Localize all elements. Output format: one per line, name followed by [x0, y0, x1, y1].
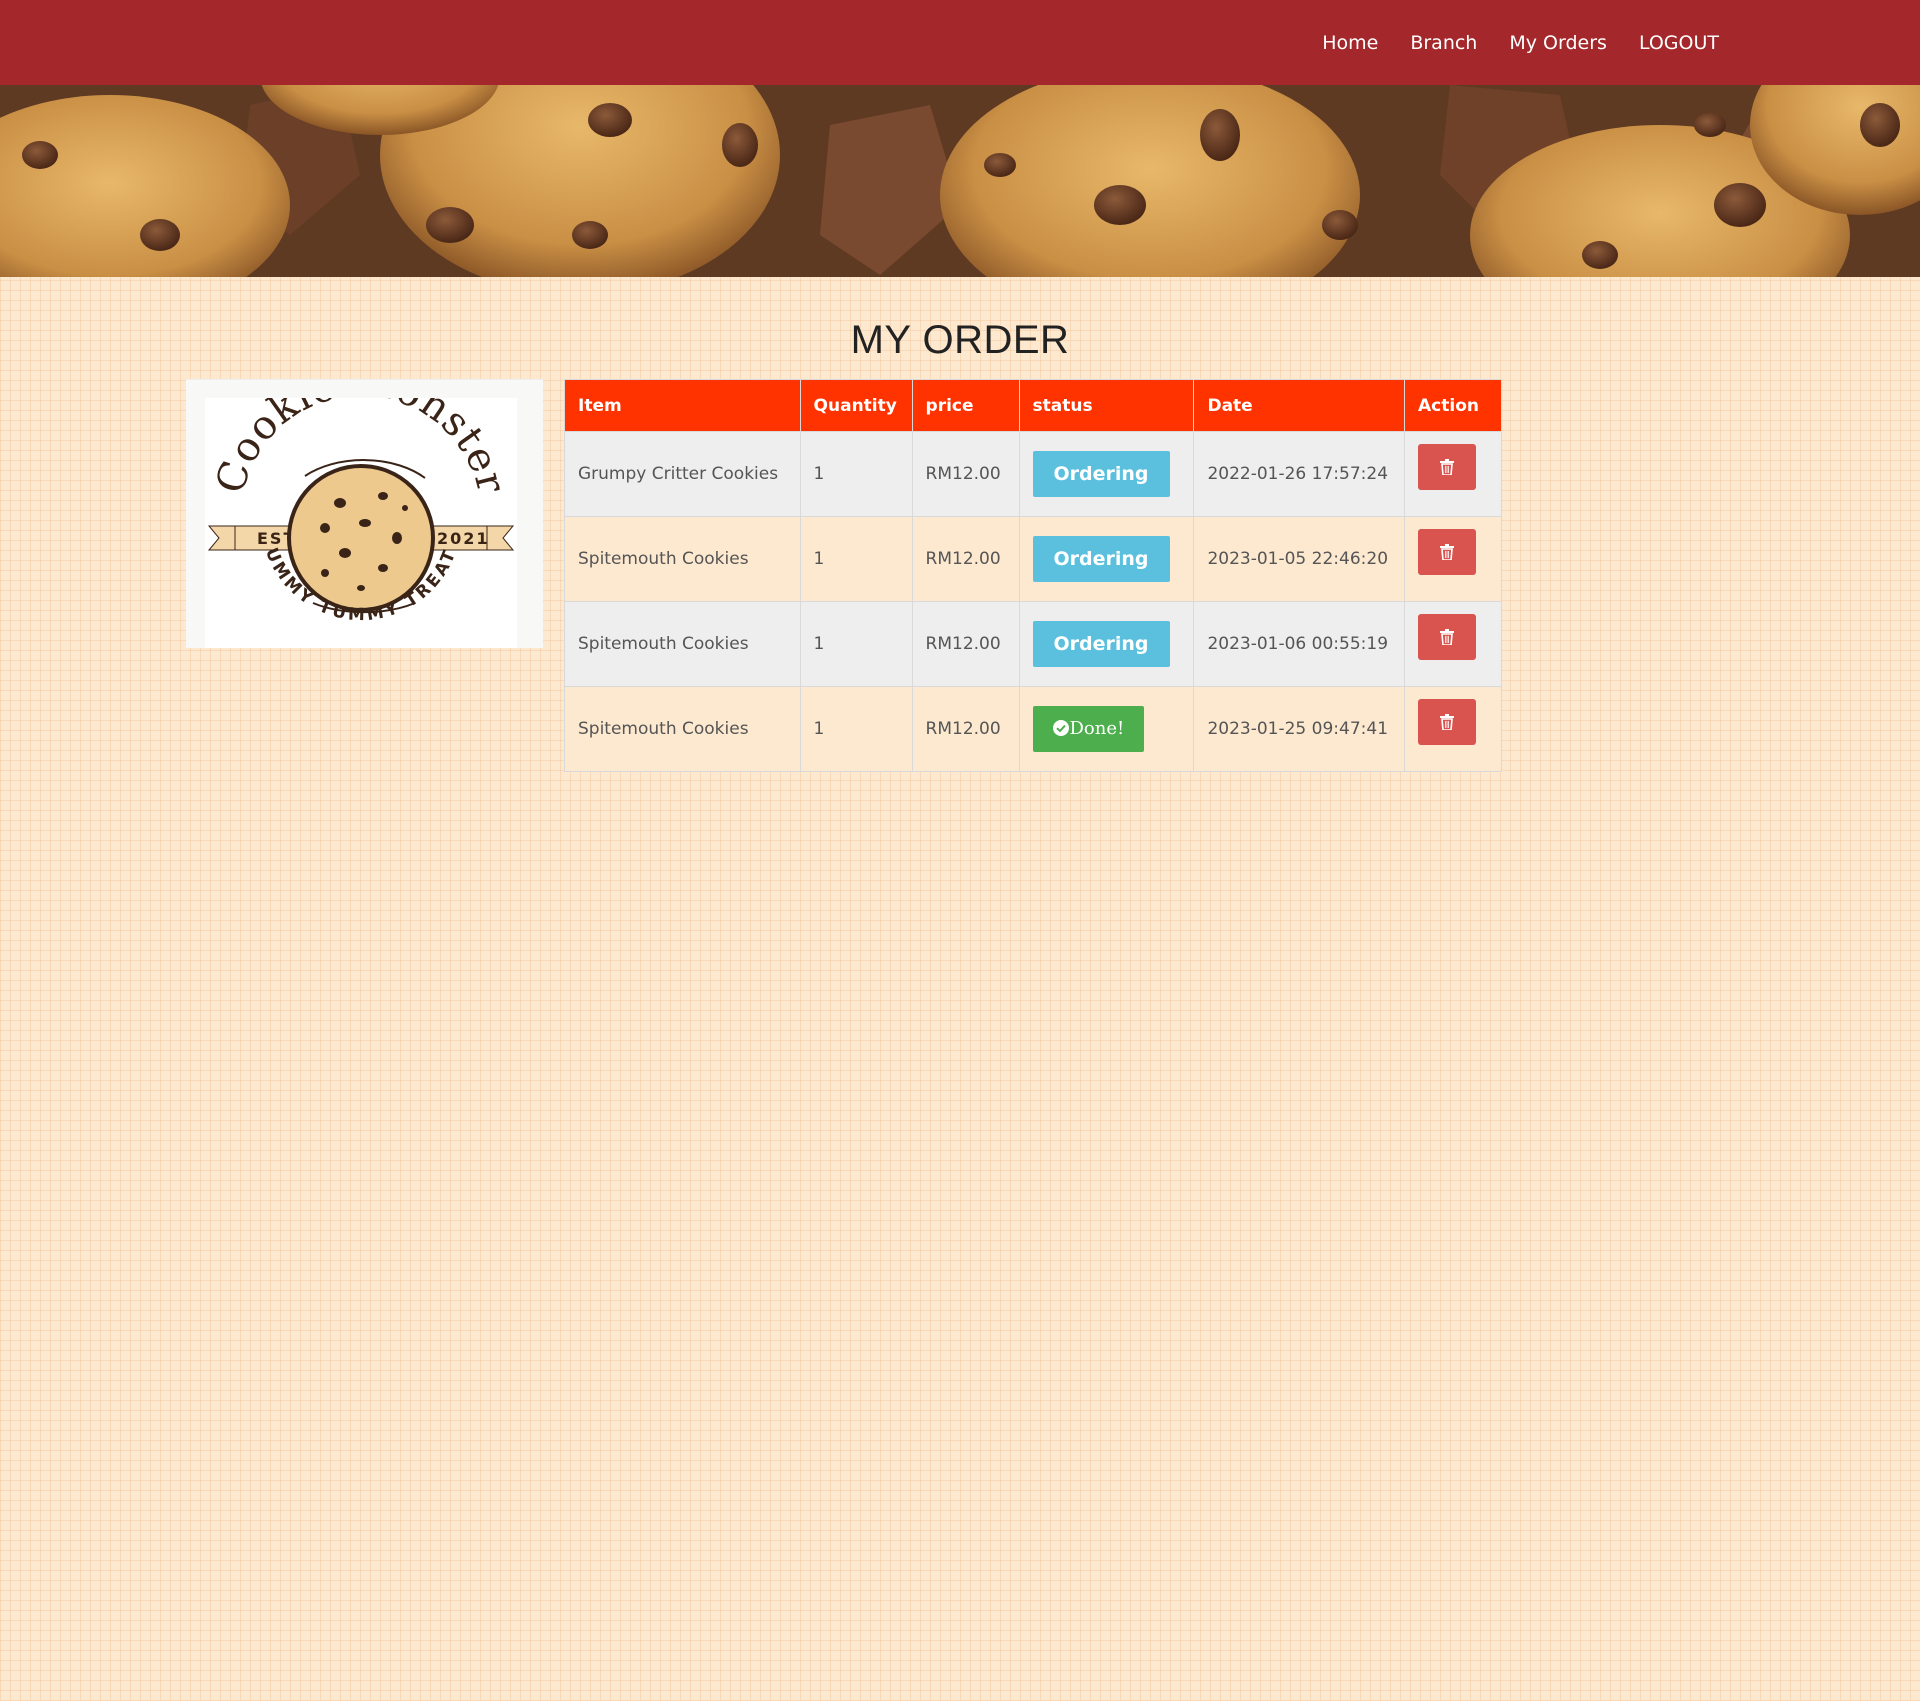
cookie-monster-logo: Cookie Monster EST. 2021 YUMMY TU	[196, 359, 515, 625]
cell-quantity: 1	[799, 686, 913, 772]
cell-price: RM12.00	[911, 516, 1020, 602]
status-badge: Ordering	[1032, 536, 1170, 582]
check-circle-icon	[1052, 720, 1069, 736]
cell-action	[1404, 431, 1502, 517]
nav-logout-link[interactable]: LOGOUT	[1623, 32, 1735, 54]
top-navbar: Home Branch My Orders LOGOUT	[0, 0, 1920, 85]
brand-logo: Cookie Monster EST. 2021 YUMMY TU	[196, 359, 517, 648]
table-row: Grumpy Critter Cookies 1 RM12.00 Orderin…	[564, 431, 1502, 517]
status-badge: Done!	[1032, 706, 1145, 752]
table-row: Spitemouth Cookies 1 RM12.00 Ordering 20…	[564, 516, 1502, 602]
cell-item: Spitemouth Cookies	[564, 516, 801, 602]
cell-quantity: 1	[799, 431, 913, 517]
cell-status: Done!	[1018, 686, 1195, 772]
delete-order-button[interactable]	[1418, 444, 1476, 490]
trash-icon	[1440, 629, 1454, 645]
trash-icon	[1440, 459, 1454, 475]
status-label: Done!	[1069, 718, 1125, 739]
hero-banner	[0, 85, 1920, 277]
table-row: Spitemouth Cookies 1 RM12.00 Done! 2023-…	[564, 686, 1502, 772]
svg-text:2021: 2021	[437, 529, 490, 548]
header-item: Item	[564, 379, 801, 432]
cell-item: Spitemouth Cookies	[564, 686, 801, 772]
cookies-banner-image	[0, 85, 1920, 277]
cell-status: Ordering	[1018, 516, 1195, 602]
header-quantity: Quantity	[799, 379, 913, 432]
cell-date: 2023-01-05 22:46:20	[1193, 516, 1405, 602]
cell-price: RM12.00	[911, 431, 1020, 517]
header-price: price	[911, 379, 1020, 432]
cell-status: Ordering	[1018, 431, 1195, 517]
nav-branch-link[interactable]: Branch	[1394, 32, 1493, 54]
table-row: Spitemouth Cookies 1 RM12.00 Ordering 20…	[564, 601, 1502, 687]
cell-item: Grumpy Critter Cookies	[564, 431, 801, 517]
table-header-row: Item Quantity price status Date Action	[564, 379, 1502, 432]
delete-order-button[interactable]	[1418, 614, 1476, 660]
header-action: Action	[1404, 379, 1502, 432]
cell-date: 2023-01-25 09:47:41	[1193, 686, 1405, 772]
cell-price: RM12.00	[911, 686, 1020, 772]
trash-icon	[1440, 714, 1454, 730]
cell-price: RM12.00	[911, 601, 1020, 687]
delete-order-button[interactable]	[1418, 699, 1476, 745]
cell-action	[1404, 516, 1502, 602]
status-badge: Ordering	[1032, 621, 1170, 667]
status-badge: Ordering	[1032, 451, 1170, 497]
cell-item: Spitemouth Cookies	[564, 601, 801, 687]
nav-links: Home Branch My Orders LOGOUT	[1306, 0, 1735, 85]
cell-date: 2023-01-06 00:55:19	[1193, 601, 1405, 687]
nav-my-orders-link[interactable]: My Orders	[1493, 32, 1623, 54]
cell-status: Ordering	[1018, 601, 1195, 687]
page-title: MY ORDER	[850, 318, 1070, 362]
nav-home-link[interactable]: Home	[1306, 32, 1394, 54]
cell-action	[1404, 686, 1502, 772]
logo-panel: Cookie Monster EST. 2021 YUMMY TU	[186, 359, 543, 648]
header-status: status	[1018, 379, 1195, 432]
trash-icon	[1440, 544, 1454, 560]
orders-table: Item Quantity price status Date Action G…	[564, 379, 1502, 772]
cell-action	[1404, 601, 1502, 687]
cell-date: 2022-01-26 17:57:24	[1193, 431, 1405, 517]
cell-quantity: 1	[799, 601, 913, 687]
delete-order-button[interactable]	[1418, 529, 1476, 575]
cell-quantity: 1	[799, 516, 913, 602]
header-date: Date	[1193, 379, 1405, 432]
